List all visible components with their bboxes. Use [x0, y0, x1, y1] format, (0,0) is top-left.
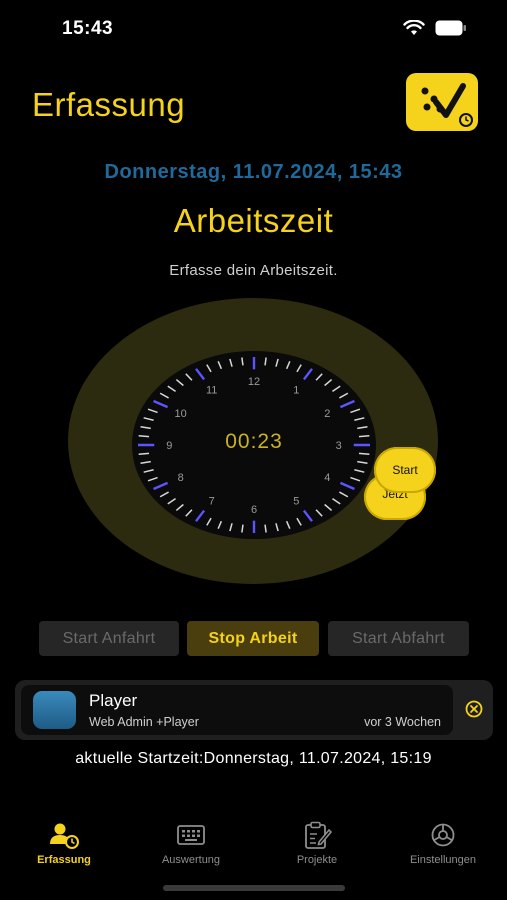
status-time: 15:43 [62, 18, 114, 39]
stop-arbeit-button[interactable]: Stop Arbeit [187, 621, 319, 656]
clock-number: 5 [293, 496, 299, 508]
start-abfahrt-button[interactable]: Start Abfahrt [328, 621, 469, 656]
section-title: Arbeitszeit [173, 202, 334, 239]
clock-minute-tick [138, 435, 150, 438]
start-button[interactable]: Start [374, 447, 436, 493]
gear-icon [388, 820, 498, 850]
tab-label: Erfassung [37, 854, 91, 866]
player-time: vor 3 Wochen [364, 715, 441, 729]
tab-label: Projekte [296, 854, 338, 866]
clock-number: 12 [248, 376, 260, 388]
clipboard-pen-icon [262, 820, 372, 850]
current-start-time: aktuelle Startzeit:Donnerstag, 11.07.202… [75, 750, 432, 767]
tab-projekte[interactable]: Projekte [262, 820, 372, 866]
clock-number: 9 [166, 440, 172, 452]
clock-minute-tick [138, 452, 150, 455]
app-logo-icon [406, 73, 478, 131]
clock-minute-tick [358, 435, 370, 438]
person-clock-icon [9, 820, 119, 850]
elapsed-time: 00:23 [225, 430, 283, 453]
clock-number: 4 [324, 472, 330, 484]
start-anfahrt-button[interactable]: Start Anfahrt [39, 621, 179, 656]
player-card-content[interactable]: Player Web Admin +Player vor 3 Wochen [21, 685, 453, 735]
page-title: Erfassung [32, 86, 186, 123]
current-datetime: Donnerstag, 11.07.2024, 15:43 [104, 161, 403, 183]
clock-number: 11 [206, 384, 217, 396]
clock-number: 1 [293, 384, 299, 396]
close-icon[interactable] [464, 699, 484, 724]
battery-icon [435, 20, 467, 36]
clock-number: 3 [336, 440, 342, 452]
player-name: Player [89, 691, 138, 710]
wifi-icon [403, 20, 425, 36]
player-card[interactable]: Player Web Admin +Player vor 3 Wochen [15, 680, 493, 740]
clock-number: 8 [178, 472, 184, 484]
player-subtitle: Web Admin +Player [89, 715, 199, 729]
clock-number: 7 [209, 496, 215, 508]
clock-minute-tick [358, 452, 370, 455]
tab-einstellungen[interactable]: Einstellungen [388, 820, 498, 866]
section-subtitle: Erfasse dein Arbeitszeit. [169, 262, 338, 279]
tab-label: Einstellungen [409, 854, 477, 866]
tab-label: Auswertung [161, 854, 221, 866]
clock-number: 10 [175, 408, 187, 420]
clock-number: 2 [324, 408, 330, 420]
tab-erfassung[interactable]: Erfassung [9, 820, 119, 866]
action-buttons: Start Anfahrt Stop Arbeit Start Abfahrt [39, 621, 469, 657]
clock-number: 6 [251, 504, 257, 516]
status-bar: 15:43 [0, 0, 507, 58]
tab-auswertung[interactable]: Auswertung [136, 820, 246, 866]
home-indicator [163, 885, 345, 891]
tab-bar: Erfassung Auswertung Projekte Einstellun… [0, 820, 507, 870]
status-icons [403, 20, 467, 36]
keyboard-icon [136, 820, 246, 850]
player-thumbnail [33, 691, 76, 729]
